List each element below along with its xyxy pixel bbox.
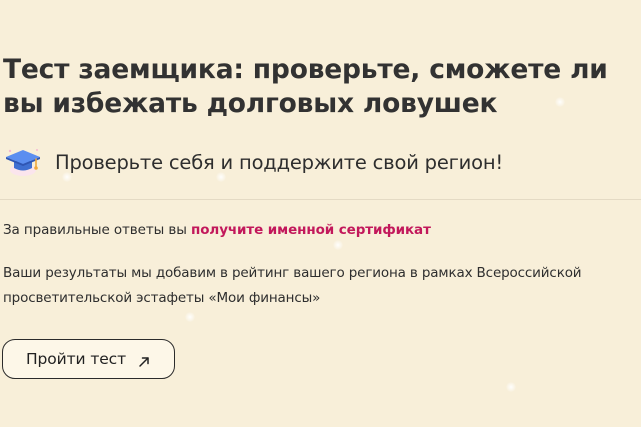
certificate-line: За правильные ответы вы получите именной… (3, 222, 431, 238)
certificate-link[interactable]: получите именной сертификат (191, 222, 431, 238)
sparkle-decoration (333, 240, 343, 250)
quiz-intro-page: Тест заемщика: проверьте, сможете ли вы … (0, 0, 641, 427)
page-title: Тест заемщика: проверьте, сможете ли вы … (3, 54, 608, 119)
sparkle-decoration (555, 97, 565, 107)
section-divider (0, 199, 641, 200)
rating-description: Ваши результаты мы добавим в рейтинг ваш… (3, 265, 582, 306)
sparkle-decoration (216, 172, 226, 182)
promo-text: Проверьте себя и поддержите свой регион! (55, 150, 504, 174)
promo-row: Проверьте себя и поддержите свой регион! (3, 142, 503, 182)
certificate-prefix: За правильные ответы вы (3, 222, 191, 238)
arrow-up-right-icon (138, 354, 151, 367)
sparkle-decoration (62, 172, 72, 182)
graduation-cap-icon (3, 142, 43, 182)
take-test-button[interactable]: Пройти тест (2, 339, 175, 379)
take-test-label: Пройти тест (25, 350, 127, 368)
sparkle-decoration (506, 382, 516, 392)
sparkle-decoration (185, 312, 195, 322)
